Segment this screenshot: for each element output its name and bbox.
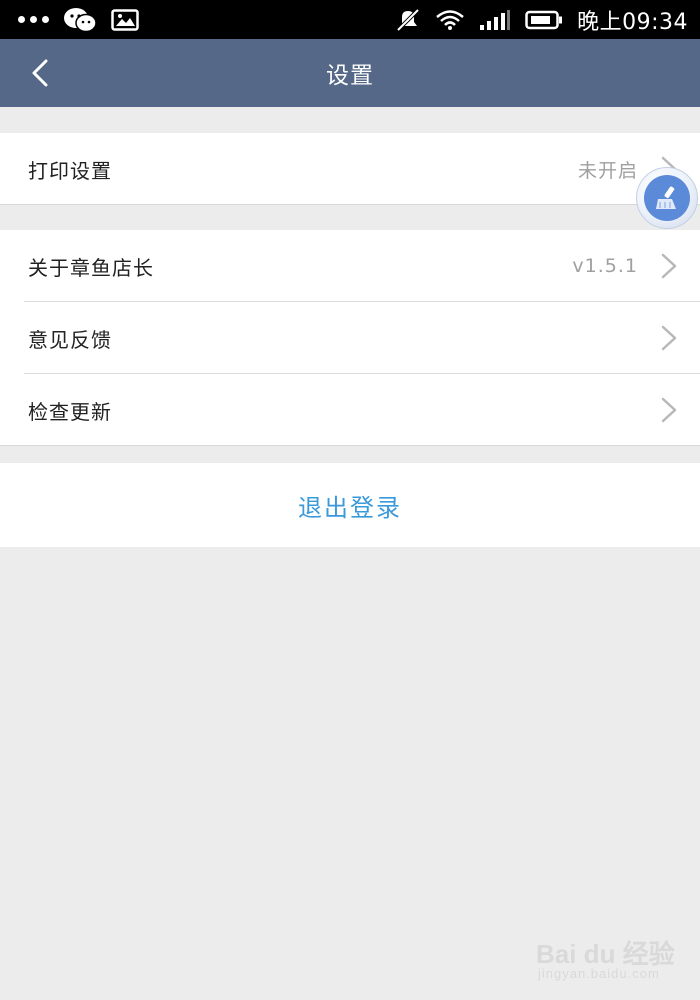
wifi-icon <box>435 9 465 31</box>
more-dots-icon <box>18 16 49 23</box>
watermark-sub: jingyan.baidu.com <box>538 966 660 981</box>
settings-group-print: 打印设置 未开启 <box>0 133 700 205</box>
row-feedback[interactable]: 意见反馈 <box>0 302 700 374</box>
broom-icon <box>644 175 690 221</box>
row-print-settings[interactable]: 打印设置 未开启 <box>0 133 700 205</box>
row-label: 检查更新 <box>28 399 112 424</box>
image-icon <box>111 8 139 31</box>
status-left <box>18 7 139 33</box>
row-label: 关于章鱼店长 <box>28 255 154 280</box>
row-check-update[interactable]: 检查更新 <box>0 374 700 446</box>
chevron-right-icon <box>660 324 678 352</box>
status-right: 晚上09:34 <box>395 4 688 36</box>
back-button[interactable] <box>16 49 64 97</box>
page-title: 设置 <box>326 63 374 89</box>
status-time: 晚上09:34 <box>577 9 688 35</box>
floating-cleaner-button[interactable] <box>636 167 698 229</box>
signal-icon <box>479 9 511 31</box>
settings-group-about: 关于章鱼店长 v1.5.1 意见反馈 检查更新 <box>0 230 700 446</box>
chevron-right-icon <box>660 252 678 280</box>
mute-icon <box>395 8 421 32</box>
logout-button[interactable]: 退出登录 <box>0 463 700 547</box>
wechat-icon <box>63 7 97 33</box>
nav-bar: 设置 <box>0 39 700 107</box>
chevron-left-icon <box>32 59 48 87</box>
row-about[interactable]: 关于章鱼店长 v1.5.1 <box>0 230 700 302</box>
row-label: 打印设置 <box>28 158 112 183</box>
chevron-right-icon <box>660 396 678 424</box>
logout-label: 退出登录 <box>298 493 402 522</box>
watermark-logo: Bai du 经验 jingyan.baidu.com <box>536 928 696 992</box>
row-label: 意见反馈 <box>28 327 112 352</box>
battery-icon <box>525 10 563 30</box>
version-value: v1.5.1 <box>572 255 638 277</box>
row-value: 未开启 <box>577 159 638 182</box>
status-bar: 晚上09:34 <box>0 0 700 39</box>
